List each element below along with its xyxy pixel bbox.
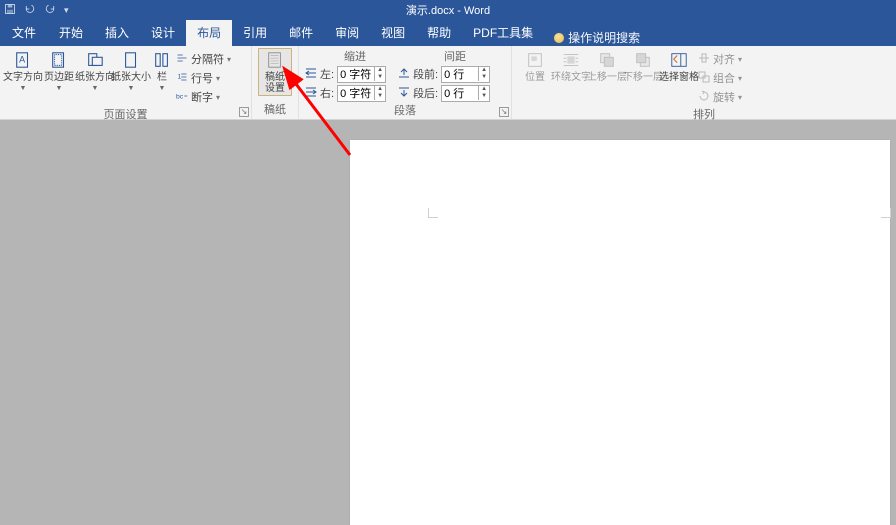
tab-help[interactable]: 帮助 <box>416 19 462 46</box>
columns-icon <box>152 50 172 70</box>
spacing-header: 间距 <box>405 48 505 64</box>
bring-forward-button[interactable]: 上移一层 <box>590 48 624 83</box>
page-setup-dialog-launcher[interactable]: ↘ <box>239 107 249 117</box>
redo-icon[interactable] <box>44 3 56 18</box>
group-page-setup: A 文字方向 ▼ 页边距 ▼ 纸张方向 ▼ <box>0 46 252 119</box>
indent-left-input[interactable]: ▲▼ <box>337 66 386 83</box>
margins-button[interactable]: 页边距 ▼ <box>42 48 76 92</box>
group-manuscript: 稿纸 设置 稿纸 <box>252 46 299 119</box>
manuscript-settings-button[interactable]: 稿纸 设置 <box>258 48 292 96</box>
tab-references[interactable]: 引用 <box>232 19 278 46</box>
align-button[interactable]: 对齐 ▾ <box>698 50 742 68</box>
undo-icon[interactable] <box>24 3 36 18</box>
spacing-before-input[interactable]: ▲▼ <box>441 66 490 83</box>
arrange-small: 对齐 ▾ 组合 ▾ 旋转 ▾ <box>698 48 742 106</box>
tab-design[interactable]: 设计 <box>140 19 186 46</box>
tab-file[interactable]: 文件 <box>0 19 48 46</box>
line-numbers-button[interactable]: 1 行号 ▾ <box>176 69 231 87</box>
chevron-down-icon: ▼ <box>56 85 63 92</box>
group-label-paragraph: 段落 <box>305 102 505 120</box>
group-arrange: 位置 环绕文字 上移一层 下移一层 选择窗格 对齐 ▾ <box>512 46 896 119</box>
chevron-down-icon: ▼ <box>128 85 135 92</box>
text-direction-icon: A <box>13 50 33 70</box>
indent-left-icon <box>305 67 317 82</box>
tab-layout[interactable]: 布局 <box>186 19 232 46</box>
hyphenation-button[interactable]: bc 断字 ▾ <box>176 88 231 106</box>
spacing-after-label: 段后: <box>413 85 438 101</box>
indent-right-label: 右: <box>320 85 334 101</box>
tab-pdf[interactable]: PDF工具集 <box>462 19 544 46</box>
svg-text:1: 1 <box>178 73 182 80</box>
position-icon <box>525 50 545 70</box>
columns-button[interactable]: 栏 ▼ <box>150 48 174 92</box>
position-button[interactable]: 位置 <box>518 48 552 83</box>
tab-mailings[interactable]: 邮件 <box>278 19 324 46</box>
breaks-icon <box>176 52 188 67</box>
orientation-button[interactable]: 纸张方向 ▼ <box>78 48 112 92</box>
paragraph-dialog-launcher[interactable]: ↘ <box>499 107 509 117</box>
chevron-down-icon: ▼ <box>20 85 27 92</box>
group-button[interactable]: 组合 ▾ <box>698 69 742 87</box>
margins-icon <box>49 50 69 70</box>
orientation-icon <box>85 50 105 70</box>
indent-right-icon <box>305 86 317 101</box>
rotate-icon <box>698 90 710 105</box>
spacing-before-icon <box>398 67 410 82</box>
indent-header: 缩进 <box>305 48 405 64</box>
selection-pane-button[interactable]: 选择窗格 <box>662 48 696 83</box>
send-backward-button[interactable]: 下移一层 <box>626 48 660 83</box>
svg-text:A: A <box>19 55 25 65</box>
svg-text:bc: bc <box>176 93 184 100</box>
group-paragraph: 缩进 间距 左: ▲▼ 段前: ▲▼ 右: ▲▼ 段后: ▲▼ <box>299 46 512 119</box>
chevron-down-icon: ▼ <box>159 85 166 92</box>
tab-review[interactable]: 审阅 <box>324 19 370 46</box>
line-numbers-icon: 1 <box>176 71 188 86</box>
page-size-icon <box>121 50 141 70</box>
tell-me-label: 操作说明搜索 <box>568 29 640 46</box>
save-icon[interactable] <box>4 3 16 18</box>
margin-corner-left <box>428 208 438 218</box>
spacing-before-label: 段前: <box>413 66 438 82</box>
wrap-icon <box>561 50 581 70</box>
tab-view[interactable]: 视图 <box>370 19 416 46</box>
tab-insert[interactable]: 插入 <box>94 19 140 46</box>
hyphenation-icon: bc <box>176 90 188 105</box>
align-icon <box>698 52 710 67</box>
indent-right-input[interactable]: ▲▼ <box>337 85 386 102</box>
selection-pane-icon <box>669 50 689 70</box>
document-area[interactable] <box>0 120 896 525</box>
breaks-button[interactable]: 分隔符 ▾ <box>176 50 231 68</box>
quick-access-toolbar: ▾ <box>4 3 69 18</box>
rotate-button[interactable]: 旋转 ▾ <box>698 88 742 106</box>
ribbon-tabs: 文件 开始 插入 设计 布局 引用 邮件 审阅 视图 帮助 PDF工具集 操作说… <box>0 20 896 46</box>
ribbon: A 文字方向 ▼ 页边距 ▼ 纸张方向 ▼ <box>0 46 896 120</box>
title-bar: ▾ 演示.docx - Word <box>0 0 896 20</box>
spacing-after-input[interactable]: ▲▼ <box>441 85 490 102</box>
size-button[interactable]: 纸张大小 ▼ <box>114 48 148 92</box>
forward-icon <box>597 50 617 70</box>
tell-me-search[interactable]: 操作说明搜索 <box>554 29 640 46</box>
lightbulb-icon <box>554 33 564 43</box>
tab-home[interactable]: 开始 <box>48 19 94 46</box>
group-label-manuscript: 稿纸 <box>258 101 292 119</box>
indent-left-label: 左: <box>320 66 334 82</box>
group-icon <box>698 71 710 86</box>
qat-customize-icon[interactable]: ▾ <box>64 5 69 16</box>
text-direction-button[interactable]: A 文字方向 ▼ <box>6 48 40 92</box>
spacing-after-icon <box>398 86 410 101</box>
page-setup-small: 分隔符 ▾ 1 行号 ▾ bc 断字 ▾ <box>176 48 231 106</box>
document-page[interactable] <box>350 140 890 525</box>
window-title: 演示.docx - Word <box>406 2 490 18</box>
backward-icon <box>633 50 653 70</box>
margin-corner-right <box>881 208 891 218</box>
chevron-down-icon: ▼ <box>92 85 99 92</box>
manuscript-icon <box>265 50 285 70</box>
wrap-text-button[interactable]: 环绕文字 <box>554 48 588 83</box>
